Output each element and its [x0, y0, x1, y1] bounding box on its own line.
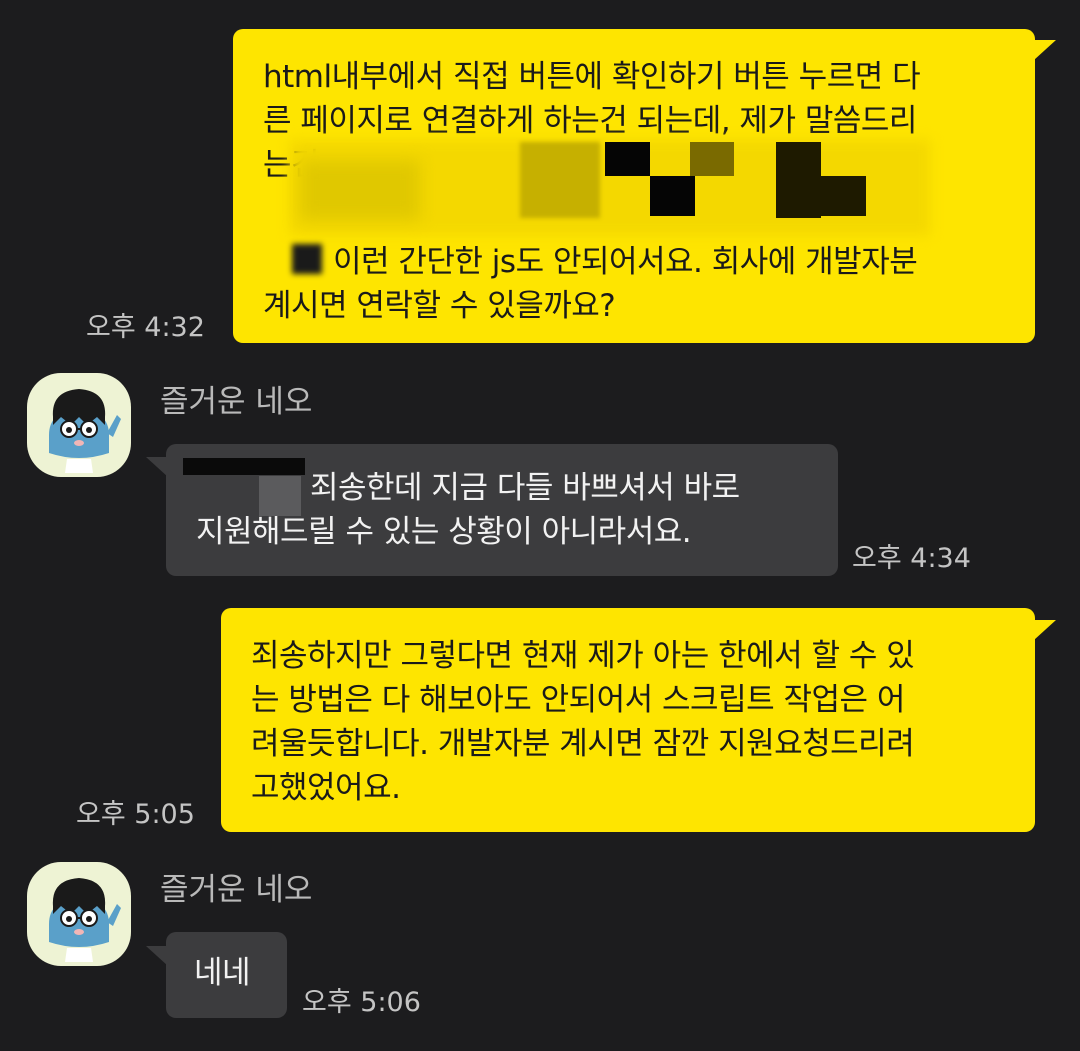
partner-name: 즐거운 네오 [160, 384, 313, 420]
my-message-bubble-2[interactable]: 죄송하지만 그렇다면 현재 제가 아는 한에서 할 수 있 는 방법은 다 해보… [221, 608, 1035, 832]
message-timestamp: 오후 4:34 [852, 543, 971, 574]
partner-bubble-tail [146, 946, 168, 966]
message-text-line: 려울듯합니다. 개발자분 계시면 잠깐 지원요청드리려 [251, 726, 915, 762]
partner-avatar[interactable] [27, 862, 131, 966]
partner-bubble-tail [146, 457, 168, 477]
message-text-line: 지원해드릴 수 있는 상황이 아니라서요. [196, 514, 692, 550]
message-text-line: 이런 간단한 js도 안되어서요. 회사에 개발자분 [333, 244, 918, 280]
message-text-line: html내부에서 직접 버튼에 확인하기 버튼 누르면 다 [263, 59, 921, 95]
message-text-line: 죄송하지만 그렇다면 현재 제가 아는 한에서 할 수 있 [251, 638, 915, 674]
partner-avatar[interactable] [27, 373, 131, 477]
message-text-line: 른 페이지로 연결하게 하는건 되는데, 제가 말씀드리 [263, 103, 917, 139]
message-timestamp: 오후 5:06 [302, 987, 421, 1018]
my-bubble-tail [1034, 40, 1056, 60]
message-text-line: 계시면 연락할 수 있을까요? [263, 288, 616, 324]
my-message-bubble-1-continued: 이런 간단한 js도 안되어서요. 회사에 개발자분 계시면 연락할 수 있을까… [233, 230, 1035, 343]
neo-character-avatar-icon [49, 878, 121, 962]
message-text-line: 는 방법은 다 해보아도 안되어서 스크립트 작업은 어 [251, 682, 905, 718]
my-bubble-tail [1034, 620, 1056, 640]
message-text-line: 네네 [194, 955, 251, 991]
message-timestamp: 오후 5:05 [76, 799, 195, 830]
neo-character-avatar-icon [49, 389, 121, 473]
partner-message-bubble-2[interactable]: 네네 [166, 932, 287, 1018]
message-timestamp: 오후 4:32 [86, 312, 205, 343]
partner-name: 즐거운 네오 [160, 872, 313, 908]
message-text-line: 고했었어요. [251, 770, 401, 806]
